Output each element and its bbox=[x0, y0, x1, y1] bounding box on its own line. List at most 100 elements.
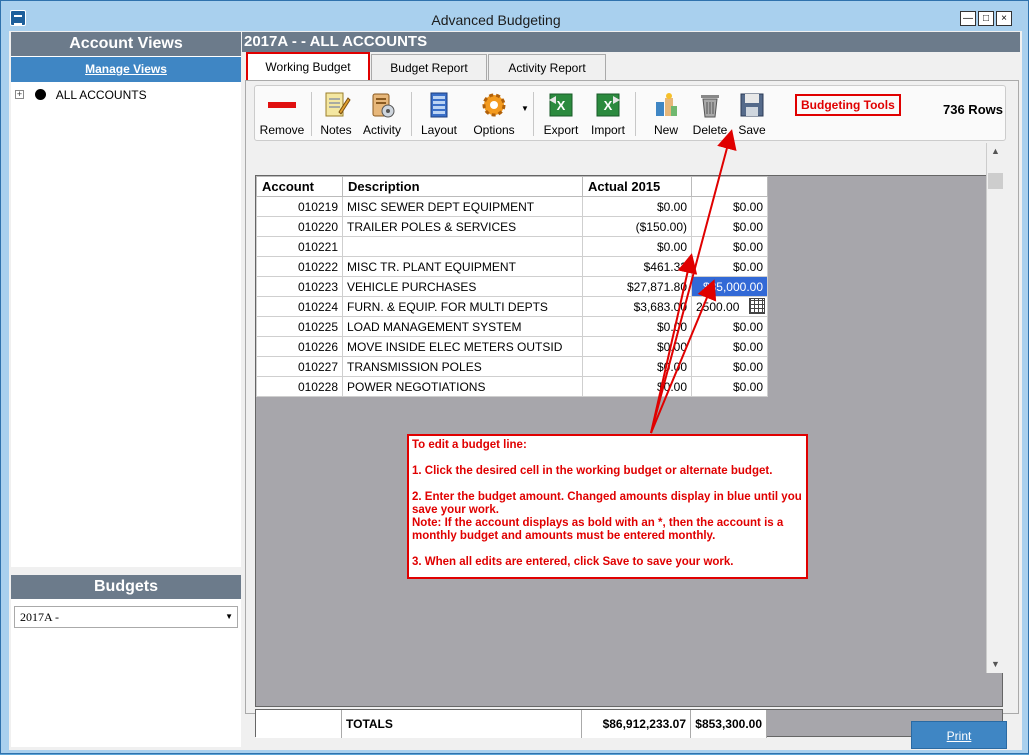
import-button[interactable]: X Import bbox=[587, 90, 629, 138]
notes-button[interactable]: Notes bbox=[317, 90, 355, 138]
table-row[interactable]: 010219 MISC SEWER DEPT EQUIPMENT $0.00 $0.0… bbox=[256, 196, 768, 217]
cell-budget[interactable]: $0.00 bbox=[691, 196, 768, 217]
toolbar-divider bbox=[411, 92, 412, 136]
cell-description[interactable]: LOAD MANAGEMENT SYSTEM bbox=[342, 316, 583, 337]
cell-description[interactable]: POWER NEGOTIATIONS bbox=[342, 376, 583, 397]
cell-actual[interactable]: $461.33 bbox=[582, 256, 692, 277]
layout-button[interactable]: Layout bbox=[417, 90, 461, 138]
save-button[interactable]: Save bbox=[733, 90, 771, 138]
minimize-button[interactable]: — bbox=[960, 11, 976, 26]
cell-description[interactable]: MISC TR. PLANT EQUIPMENT bbox=[342, 256, 583, 277]
toolbar: Remove Notes Activity Layout Options ▼ X… bbox=[254, 85, 1006, 141]
cell-account[interactable]: 010222 bbox=[256, 256, 343, 277]
cell-actual[interactable]: ($150.00) bbox=[582, 216, 692, 237]
callout-note: Note: If the account displays as bold wi… bbox=[412, 517, 784, 542]
tab-working-budget[interactable]: Working Budget bbox=[246, 52, 370, 82]
cell-actual[interactable]: $0.00 bbox=[582, 336, 692, 357]
tab-budget-report[interactable]: Budget Report bbox=[371, 54, 487, 80]
new-icon bbox=[656, 93, 677, 116]
totals-actual: $86,912,233.07 bbox=[582, 710, 691, 738]
layout-label: Layout bbox=[420, 123, 458, 137]
cell-account[interactable]: 010220 bbox=[256, 216, 343, 237]
title-bar[interactable]: Advanced Budgeting — □ × bbox=[1, 1, 1028, 31]
cell-actual[interactable]: $0.00 bbox=[582, 236, 692, 257]
cell-budget[interactable]: $35,000.00 bbox=[691, 276, 768, 297]
calculator-icon[interactable] bbox=[749, 298, 765, 314]
cell-actual[interactable]: $0.00 bbox=[582, 376, 692, 397]
column-header-actual-2015[interactable]: Actual 2015 bbox=[582, 176, 692, 197]
table-row[interactable]: 010222 MISC TR. PLANT EQUIPMENT $461.33 $0.… bbox=[256, 256, 768, 277]
view-header: 2017A - - ALL ACCOUNTS bbox=[242, 32, 1020, 52]
options-dropdown-icon[interactable]: ▼ bbox=[521, 104, 529, 113]
callout-step-2: 2. Enter the budget amount. Changed amou… bbox=[412, 491, 802, 516]
column-header-account[interactable]: Account bbox=[256, 176, 343, 197]
cell-actual[interactable]: $0.00 bbox=[582, 356, 692, 377]
export-label: Export bbox=[543, 123, 579, 137]
print-button[interactable]: Print bbox=[911, 721, 1007, 749]
excel-import-icon: X bbox=[596, 93, 620, 117]
table-row[interactable]: 010228 POWER NEGOTIATIONS $0.00 $0.00 bbox=[256, 376, 768, 397]
new-button[interactable]: New bbox=[647, 90, 685, 138]
cell-account[interactable]: 010225 bbox=[256, 316, 343, 337]
grid-scrollbar[interactable]: ▲ ▼ bbox=[986, 143, 1003, 673]
options-button[interactable]: Options bbox=[467, 90, 521, 138]
delete-button[interactable]: Delete bbox=[689, 90, 731, 138]
table-row[interactable]: 010226 MOVE INSIDE ELEC METERS OUTSID $0.0… bbox=[256, 336, 768, 357]
scroll-up-icon[interactable]: ▲ bbox=[987, 143, 1004, 160]
activity-button[interactable]: Activity bbox=[359, 90, 405, 138]
tree-item-all-accounts[interactable]: + ALL ACCOUNTS bbox=[15, 86, 147, 102]
close-button[interactable]: × bbox=[996, 11, 1012, 26]
totals-blank-cell bbox=[256, 710, 342, 738]
cell-account[interactable]: 010221 bbox=[256, 236, 343, 257]
cell-description[interactable]: FURN. & EQUIP. FOR MULTI DEPTS bbox=[342, 296, 583, 317]
export-button[interactable]: X Export bbox=[539, 90, 583, 138]
cell-account[interactable]: 010226 bbox=[256, 336, 343, 357]
dropdown-arrow-icon[interactable]: ▼ bbox=[225, 607, 233, 627]
cell-budget[interactable]: $0.00 bbox=[691, 216, 768, 237]
cell-budget[interactable]: $0.00 bbox=[691, 376, 768, 397]
cell-account[interactable]: 010227 bbox=[256, 356, 343, 377]
scroll-thumb[interactable] bbox=[988, 173, 1003, 189]
cell-description[interactable] bbox=[342, 236, 583, 257]
new-label: New bbox=[653, 123, 678, 137]
table-row[interactable]: 010227 TRANSMISSION POLES $0.00 $0.00 bbox=[256, 356, 768, 377]
cell-actual[interactable]: $27,871.80 bbox=[582, 276, 692, 297]
budget-select[interactable]: 2017A - ▼ bbox=[14, 606, 238, 628]
tab-activity-report[interactable]: Activity Report bbox=[488, 54, 606, 80]
maximize-button[interactable]: □ bbox=[978, 11, 994, 26]
cell-actual[interactable]: $0.00 bbox=[582, 316, 692, 337]
cell-account[interactable]: 010219 bbox=[256, 196, 343, 217]
cell-description[interactable]: TRANSMISSION POLES bbox=[342, 356, 583, 377]
cell-description[interactable]: VEHICLE PURCHASES bbox=[342, 276, 583, 297]
totals-budget: $853,300.00 bbox=[691, 710, 767, 738]
cell-budget-editing[interactable]: 2500.00 bbox=[691, 296, 768, 317]
column-header-description[interactable]: Description bbox=[342, 176, 583, 197]
cell-description[interactable]: MISC SEWER DEPT EQUIPMENT bbox=[342, 196, 583, 217]
table-row[interactable]: 010225 LOAD MANAGEMENT SYSTEM $0.00 $0.00 bbox=[256, 316, 768, 337]
cell-description[interactable]: MOVE INSIDE ELEC METERS OUTSID bbox=[342, 336, 583, 357]
table-row[interactable]: 010224 FURN. & EQUIP. FOR MULTI DEPTS $3,6… bbox=[256, 296, 768, 317]
cell-budget[interactable]: $0.00 bbox=[691, 256, 768, 277]
trash-icon bbox=[701, 95, 719, 118]
table-row[interactable]: 010220 TRAILER POLES & SERVICES ($150.00) $… bbox=[256, 216, 768, 237]
cell-account[interactable]: 010228 bbox=[256, 376, 343, 397]
scroll-down-icon[interactable]: ▼ bbox=[987, 656, 1004, 673]
cell-description[interactable]: TRAILER POLES & SERVICES bbox=[342, 216, 583, 237]
table-row[interactable]: 010221 $0.00 $0.00 bbox=[256, 236, 768, 257]
cell-budget[interactable]: $0.00 bbox=[691, 356, 768, 377]
cell-actual[interactable]: $3,683.00 bbox=[582, 296, 692, 317]
manage-views-button[interactable]: Manage Views bbox=[11, 57, 241, 82]
cell-budget[interactable]: $0.00 bbox=[691, 336, 768, 357]
expand-icon[interactable]: + bbox=[15, 90, 24, 100]
cell-account[interactable]: 010223 bbox=[256, 276, 343, 297]
remove-button[interactable]: Remove bbox=[259, 90, 305, 138]
toolbar-divider bbox=[635, 92, 636, 136]
table-row[interactable]: 010223 VEHICLE PURCHASES $27,871.80 $35,000… bbox=[256, 276, 768, 297]
cell-budget[interactable]: $0.00 bbox=[691, 236, 768, 257]
cell-actual[interactable]: $0.00 bbox=[582, 196, 692, 217]
left-panel: Account Views Manage Views + ALL ACCOUNT… bbox=[11, 32, 241, 747]
cell-account[interactable]: 010224 bbox=[256, 296, 343, 317]
cell-budget[interactable]: $0.00 bbox=[691, 316, 768, 337]
activity-icon bbox=[372, 93, 395, 118]
column-header-budget[interactable] bbox=[691, 176, 768, 197]
